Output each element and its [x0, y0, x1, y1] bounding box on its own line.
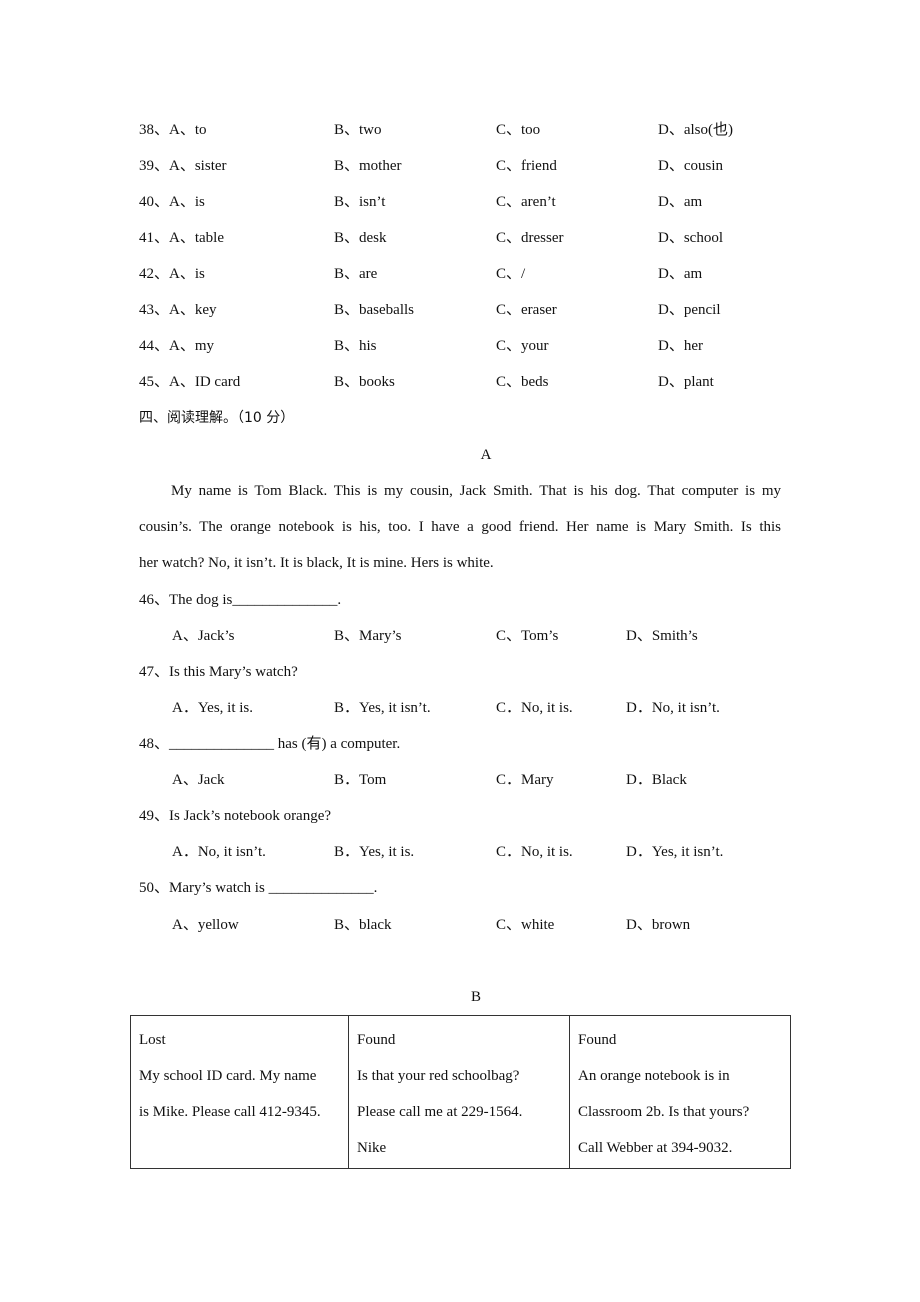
option-b: B、books [334, 374, 395, 390]
option-row-45: 45、A、ID card B、books C、beds D、plant [0, 373, 920, 391]
option-d: D、plant [658, 374, 714, 390]
question-stem-50: 50、Mary’s watch is ______________. [139, 880, 378, 896]
option-a: A、yellow [172, 917, 239, 933]
notice-line: Nike [357, 1140, 387, 1156]
option-b: B、isn’t [334, 194, 386, 210]
notice-found-notebook: Found An orange notebook is in Classroom… [569, 1015, 791, 1169]
option-d: D．Black [626, 772, 687, 788]
option-b: B、baseballs [334, 302, 414, 318]
option-b: B．Tom [334, 772, 387, 788]
question-options-49: A．No, it isn’t. B．Yes, it is. C．No, it i… [0, 843, 920, 861]
question-stem-49: 49、Is Jack’s notebook orange? [139, 808, 332, 824]
option-d: D．Yes, it isn’t. [626, 844, 724, 860]
option-a: 42、A、is [139, 266, 205, 282]
option-a: 43、A、key [139, 302, 217, 318]
option-row-41: 41、A、table B、desk C、dresser D、school [0, 229, 920, 247]
notice-heading: Lost [139, 1032, 166, 1048]
question-stem-47: 47、Is this Mary’s watch? [139, 664, 298, 680]
option-d: D、am [658, 266, 703, 282]
option-c: C．Mary [496, 772, 554, 788]
option-a: 38、A、to [139, 122, 207, 138]
option-a: 45、A、ID card [139, 374, 241, 390]
option-c: C、beds [496, 374, 549, 390]
option-a: A、Jack’s [172, 628, 235, 644]
option-c: C、your [496, 338, 549, 354]
option-d: D、pencil [658, 302, 721, 318]
option-c: C、Tom’s [496, 628, 559, 644]
passage-line: My name is Tom Black. This is my cousin,… [171, 483, 781, 499]
notice-heading: Found [578, 1032, 617, 1048]
question-options-47: A．Yes, it is. B．Yes, it isn’t. C．No, it … [0, 699, 920, 717]
option-c: C、aren’t [496, 194, 556, 210]
notice-found-schoolbag: Found Is that your red schoolbag? Please… [348, 1015, 570, 1169]
notice-line: Call Webber at 394-9032. [578, 1140, 733, 1156]
notice-line: An orange notebook is in [578, 1068, 730, 1084]
passage-a-text: My name is Tom Black. This is my cousin,… [139, 473, 781, 581]
notice-line: My school ID card. My name [139, 1068, 317, 1084]
option-row-38: 38、A、to B、two C、too D、also(也) [0, 121, 920, 139]
question-options-46: A、Jack’s B、Mary’s C、Tom’s D、Smith’s [0, 627, 920, 645]
option-c: C、/ [496, 266, 526, 282]
option-c: C、dresser [496, 230, 564, 246]
passage-b-label: B [470, 989, 481, 1005]
option-d: D、her [658, 338, 703, 354]
option-b: B、two [334, 122, 382, 138]
question-stem-48: 48、______________ has (有) a computer. [139, 736, 401, 752]
option-d: D、am [658, 194, 703, 210]
section-heading: 四、阅读理解。（10 分） [139, 410, 295, 426]
option-d: D、cousin [658, 158, 723, 174]
option-b: B、mother [334, 158, 402, 174]
option-d: D、brown [626, 917, 691, 933]
option-a: A．Yes, it is. [172, 700, 253, 716]
option-b: B．Yes, it isn’t. [334, 700, 431, 716]
option-b: B、Mary’s [334, 628, 402, 644]
lost-and-found-table: Lost My school ID card. My name is Mike.… [130, 1015, 791, 1169]
option-a: 41、A、table [139, 230, 224, 246]
option-a: 44、A、my [139, 338, 215, 354]
option-d: D、school [658, 230, 723, 246]
option-b: B．Yes, it is. [334, 844, 415, 860]
option-d: D、also(也) [658, 122, 733, 138]
option-d: D、Smith’s [626, 628, 698, 644]
notice-lost: Lost My school ID card. My name is Mike.… [130, 1015, 349, 1169]
option-a: 40、A、is [139, 194, 205, 210]
notice-line: Is that your red schoolbag? [357, 1068, 520, 1084]
passage-a-label: A [480, 447, 492, 463]
option-row-39: 39、A、sister B、mother C、friend D、cousin [0, 157, 920, 175]
option-a: A．No, it isn’t. [172, 844, 266, 860]
option-b: B、are [334, 266, 378, 282]
notice-line: is Mike. Please call 412-9345. [139, 1104, 321, 1120]
option-d: D．No, it isn’t. [626, 700, 720, 716]
option-c: C、too [496, 122, 541, 138]
option-b: B、desk [334, 230, 387, 246]
option-row-42: 42、A、is B、are C、/ D、am [0, 265, 920, 283]
option-b: B、his [334, 338, 377, 354]
question-stem-46: 46、The dog is______________. [139, 592, 342, 608]
question-options-48: A、Jack B．Tom C．Mary D．Black [0, 771, 920, 789]
option-c: C．No, it is. [496, 700, 573, 716]
question-options-50: A、yellow B、black C、white D、brown [0, 916, 920, 934]
option-row-43: 43、A、key B、baseballs C、eraser D、pencil [0, 301, 920, 319]
notice-line: Please call me at 229-1564. [357, 1104, 523, 1120]
option-c: C、white [496, 917, 555, 933]
option-c: C．No, it is. [496, 844, 573, 860]
passage-line: cousin’s. The orange notebook is his, to… [139, 519, 781, 535]
notice-line: Classroom 2b. Is that yours? [578, 1104, 750, 1120]
option-c: C、friend [496, 158, 557, 174]
notice-heading: Found [357, 1032, 396, 1048]
option-row-44: 44、A、my B、his C、your D、her [0, 337, 920, 355]
option-c: C、eraser [496, 302, 557, 318]
option-a: 39、A、sister [139, 158, 227, 174]
option-a: A、Jack [172, 772, 225, 788]
passage-line: her watch? No, it isn’t. It is black, It… [139, 555, 494, 571]
option-b: B、black [334, 917, 392, 933]
option-row-40: 40、A、is B、isn’t C、aren’t D、am [0, 193, 920, 211]
